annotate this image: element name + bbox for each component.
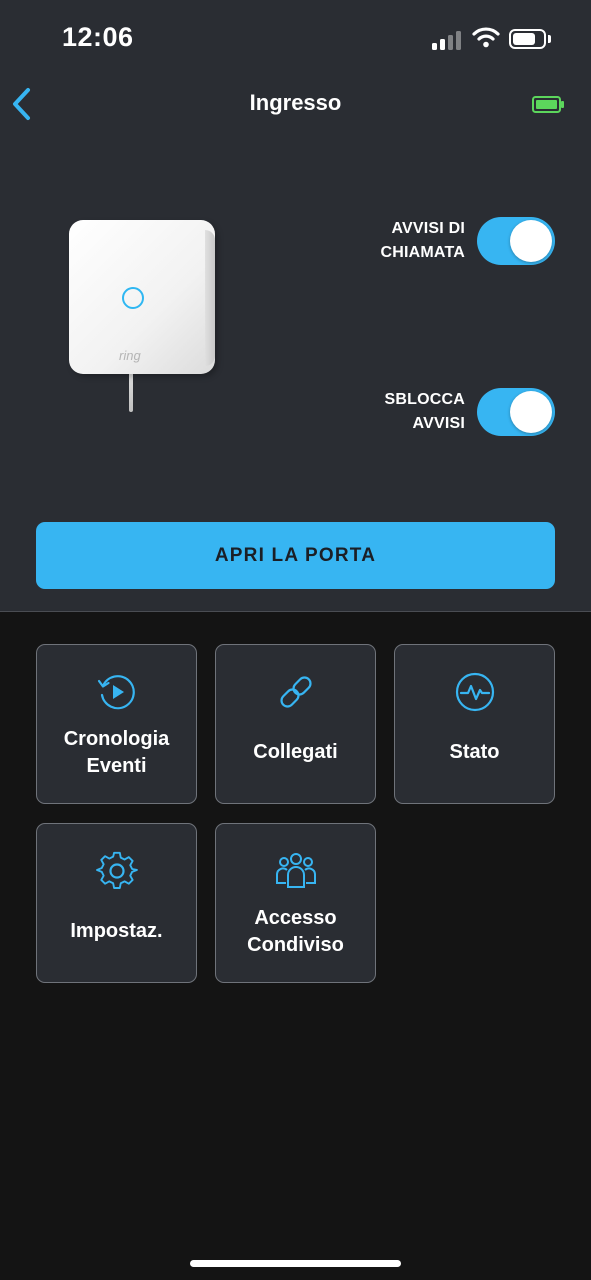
open-door-button[interactable]: APRI LA PORTA bbox=[36, 522, 555, 589]
device-battery-icon bbox=[532, 96, 564, 113]
tile-label-line2: Eventi bbox=[86, 755, 147, 777]
people-icon bbox=[276, 853, 316, 888]
health-icon bbox=[455, 672, 495, 712]
tile-label: Impostaz. bbox=[70, 920, 163, 942]
cellular-signal-icon bbox=[432, 30, 464, 50]
device-light-ring bbox=[122, 287, 144, 309]
tile-settings[interactable]: Impostaz. bbox=[36, 823, 197, 983]
tile-status[interactable]: Stato bbox=[394, 644, 555, 804]
home-indicator[interactable] bbox=[190, 1260, 401, 1267]
device-brand-logo: ring bbox=[119, 348, 141, 363]
status-time: 12:06 bbox=[62, 22, 134, 52]
history-icon bbox=[97, 675, 135, 710]
call-alerts-label: AVVISI DI CHIAMATA bbox=[380, 220, 465, 261]
link-icon bbox=[280, 676, 312, 708]
intercom-device-image: ring bbox=[66, 220, 218, 416]
divider bbox=[0, 611, 591, 612]
tile-event-history[interactable]: Cronologia Eventi bbox=[36, 644, 197, 804]
phone-battery-icon bbox=[509, 29, 551, 49]
tile-label-line1: Cronologia bbox=[63, 728, 170, 750]
tile-shared-access[interactable]: Accesso Condiviso bbox=[215, 823, 376, 983]
tile-label-line2: Condiviso bbox=[247, 934, 344, 956]
page-title: Ingresso bbox=[249, 90, 342, 115]
wifi-icon bbox=[472, 27, 500, 48]
tile-label: Stato bbox=[449, 741, 500, 763]
call-alerts-toggle[interactable] bbox=[477, 217, 555, 265]
unlock-alerts-toggle[interactable] bbox=[477, 388, 555, 436]
tile-linked[interactable]: Collegati bbox=[215, 644, 376, 804]
tile-label: Collegati bbox=[253, 741, 338, 763]
tile-label-line1: Accesso bbox=[254, 907, 337, 929]
gear-icon bbox=[96, 851, 138, 889]
unlock-alerts-label: SBLOCCA AVVISI bbox=[384, 391, 465, 432]
